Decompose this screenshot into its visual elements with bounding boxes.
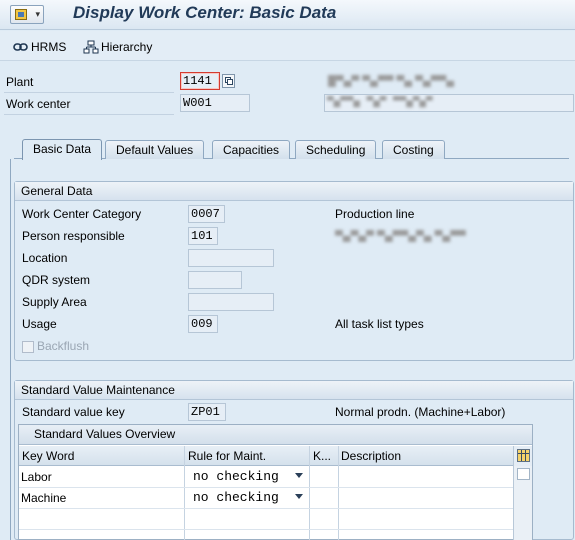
column-settings-icon[interactable] [513,446,532,466]
supply-area-label: Supply Area [22,295,87,309]
plant-row-line [4,92,174,93]
table-title: Standard Values Overview [19,425,532,445]
work-center-field[interactable]: W001 [180,94,250,112]
copy-icon[interactable] [222,74,235,88]
work-center-row-line [4,114,174,115]
dropdown-arrow-icon[interactable] [295,494,303,499]
column-header-k[interactable]: K... [313,449,331,463]
location-label: Location [22,251,68,265]
location-field[interactable] [188,249,274,267]
plant-description-redacted: █▀▄▀ ▀▄▀▀ ▀▄ ▀▄▀▀▄ [328,75,455,87]
hrms-label: HRMS [31,40,67,54]
rule-dropdown-value[interactable]: no checking [193,490,279,505]
column-header-rule[interactable]: Rule for Maint. [188,449,266,463]
standard-value-key-field[interactable]: ZP01 [188,403,226,421]
category-description: Production line [335,207,415,221]
work-center-label: Work center [6,97,71,111]
row-keyword: Machine [21,491,67,505]
person-responsible-label: Person responsible [22,229,125,243]
standard-value-title: Standard Value Maintenance [15,381,573,400]
hrms-button[interactable]: HRMS [13,38,66,56]
scroll-thumb[interactable] [517,468,530,480]
rule-dropdown-value[interactable]: no checking [193,469,279,484]
backflush-checkbox[interactable] [22,341,34,353]
person-responsible-field[interactable]: 101 [188,227,218,245]
tab-basic-data[interactable]: Basic Data [22,139,103,160]
hierarchy-label: Hierarchy [101,40,153,54]
dropdown-arrow-icon[interactable] [295,473,303,478]
sap-menu-icon[interactable]: ▾ [10,5,44,24]
table-scrollbar[interactable] [513,466,532,540]
table-row [19,509,513,530]
column-header-key-word[interactable]: Key Word [22,449,74,463]
supply-area-field[interactable] [188,293,274,311]
work-center-description-field: ▀▄▀▀▄ ▀▄▀ ▀▀▄▀▄▀ [324,94,574,112]
qdr-system-field[interactable] [188,271,242,289]
plant-label: Plant [6,75,34,89]
usage-description: All task list types [335,317,424,331]
link-chain-icon [13,43,28,51]
backflush-label: Backflush [37,339,90,353]
hierarchy-button[interactable]: Hierarchy [83,38,152,56]
plant-field[interactable]: 1141 [180,72,220,90]
usage-label: Usage [22,317,57,331]
application-toolbar: HRMS Hierarchy [0,31,575,61]
tab-capacities[interactable]: Capacities [212,140,291,159]
row-keyword: Labor [21,470,52,484]
usage-field[interactable]: 009 [188,315,218,333]
tab-default-values[interactable]: Default Values [105,140,205,159]
work-center-category-label: Work Center Category [22,207,142,221]
tab-scheduling[interactable]: Scheduling [295,140,377,159]
standard-value-key-description: Normal prodn. (Machine+Labor) [335,405,506,419]
hierarchy-icon [83,40,99,54]
qdr-system-label: QDR system [22,273,91,287]
work-center-description-redacted: ▀▄▀▀▄ ▀▄▀ ▀▀▄▀▄▀ [327,96,433,108]
page-title: Display Work Center: Basic Data [73,3,337,22]
work-center-category-field[interactable]: 0007 [188,205,225,223]
column-header-description[interactable]: Description [341,449,401,463]
standard-value-key-label: Standard value key [22,405,125,419]
person-description-redacted: ▀▄▀▄▀ ▀▄▀▀▄▀▄ ▀▄▀▀ [335,230,466,242]
general-data-title: General Data [15,182,573,201]
tab-costing[interactable]: Costing [382,140,445,159]
title-bar: ▾ Display Work Center: Basic Data [0,0,575,30]
